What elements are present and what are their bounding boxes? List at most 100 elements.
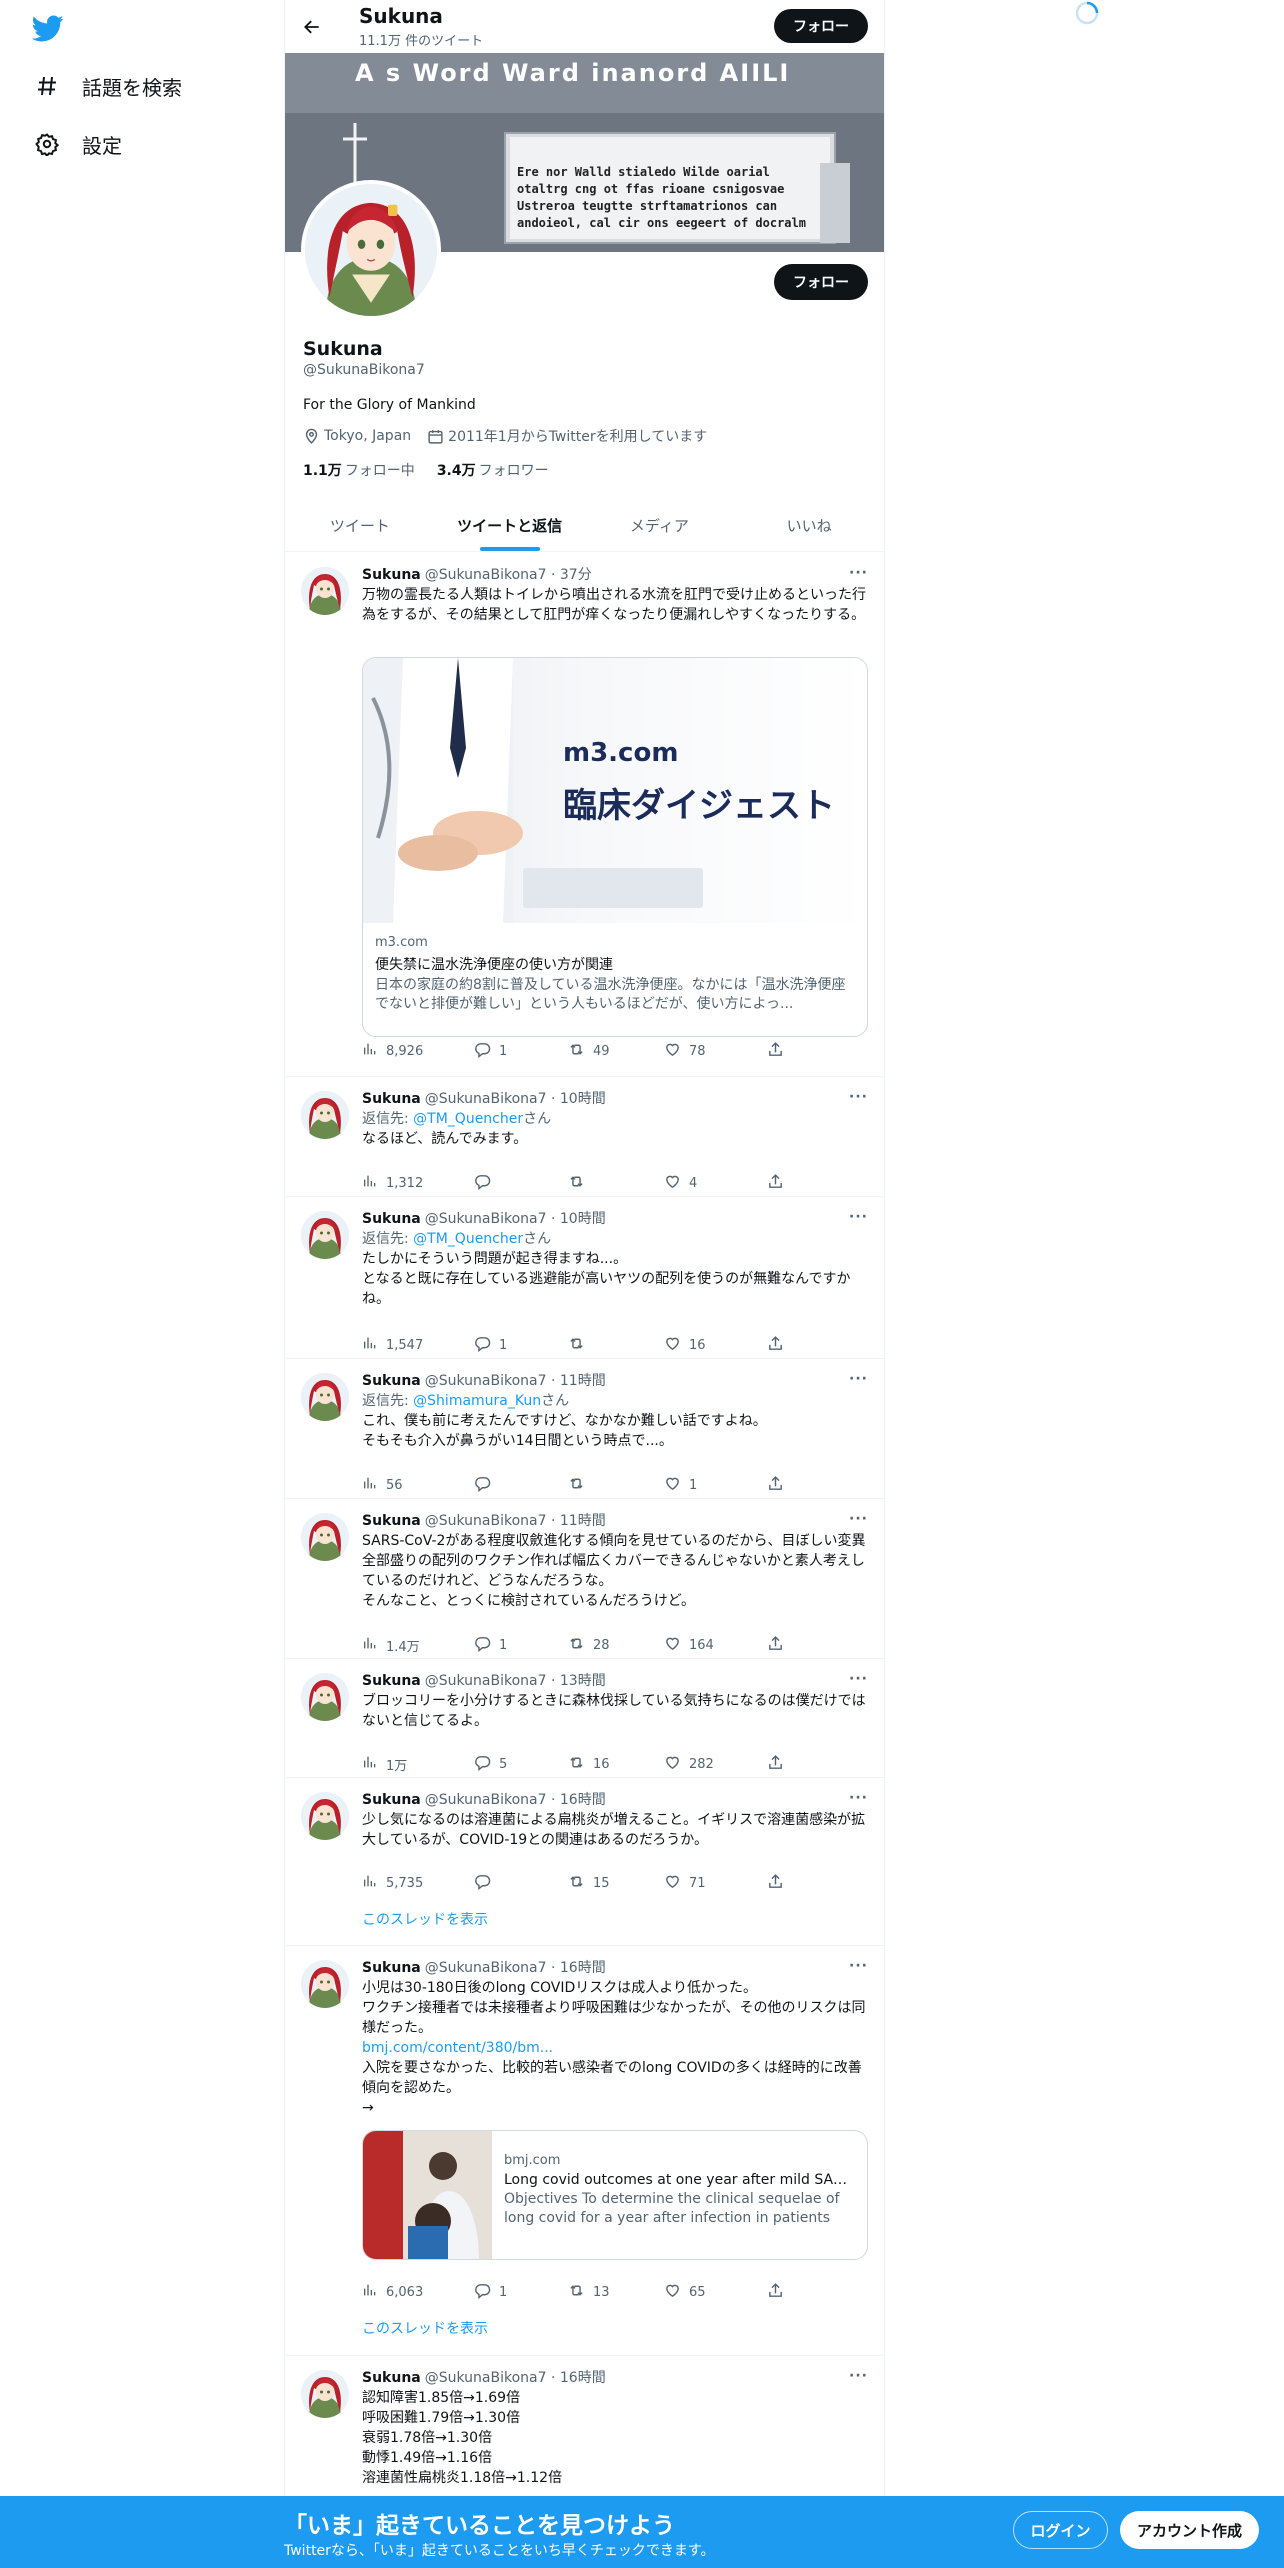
tweet[interactable]: ··· Sukuna @SukunaBikona7 · 10時間 返信先: @TM_Q… bbox=[285, 1197, 884, 1359]
retweet-button[interactable] bbox=[568, 1475, 593, 1496]
show-thread-link[interactable]: このスレッドを表示 bbox=[362, 1909, 488, 1929]
login-button[interactable]: ログイン bbox=[1013, 2511, 1108, 2549]
tweet-author-handle[interactable]: @SukunaBikona7 bbox=[425, 1960, 547, 1976]
tweet-author-handle[interactable]: @SukunaBikona7 bbox=[425, 1792, 547, 1808]
tweet-time[interactable]: · 16時間 bbox=[551, 1960, 606, 1976]
tweet-author-handle[interactable]: @SukunaBikona7 bbox=[425, 1673, 547, 1689]
share-button[interactable] bbox=[767, 1173, 792, 1194]
tweet-author-name[interactable]: Sukuna bbox=[362, 1673, 421, 1689]
tweet-avatar[interactable] bbox=[301, 1211, 349, 1259]
tweet-author-name[interactable]: Sukuna bbox=[362, 1960, 421, 1976]
tweet-author-handle[interactable]: @SukunaBikona7 bbox=[425, 1513, 547, 1529]
tweet[interactable]: ··· Sukuna @SukunaBikona7 · 10時間 返信先: @TM_Q… bbox=[285, 1077, 884, 1197]
retweet-button[interactable] bbox=[568, 1335, 593, 1356]
tab-likes[interactable]: いいね bbox=[734, 499, 884, 551]
tweet[interactable]: ··· Sukuna @SukunaBikona7 · 16時間 少し気になるのは溶連… bbox=[285, 1778, 884, 1946]
tweet-author-handle[interactable]: @SukunaBikona7 bbox=[425, 567, 547, 583]
reply-button[interactable]: 1 bbox=[474, 1335, 507, 1356]
reply-button[interactable]: 5 bbox=[474, 1754, 507, 1775]
tweet-author-name[interactable]: Sukuna bbox=[362, 1513, 421, 1529]
link-card[interactable]: m3.com 臨床ダイジェスト m3.com 便失禁に温水洗浄便座の使い方が関連… bbox=[362, 657, 868, 1037]
share-button[interactable] bbox=[767, 1635, 792, 1656]
like-button[interactable]: 16 bbox=[664, 1335, 706, 1356]
share-button[interactable] bbox=[767, 1335, 792, 1356]
tweet-author-name[interactable]: Sukuna bbox=[362, 1091, 421, 1107]
reply-to-mention[interactable]: @TM_Quencher bbox=[413, 1111, 523, 1127]
reply-button[interactable] bbox=[474, 1173, 499, 1194]
tweet-link[interactable]: bmj.com/content/380/bm... bbox=[362, 2040, 553, 2056]
twitter-logo-icon[interactable] bbox=[31, 12, 70, 44]
retweet-button[interactable] bbox=[568, 1173, 593, 1194]
tweet-time[interactable]: · 13時間 bbox=[551, 1673, 606, 1689]
retweet-button[interactable]: 16 bbox=[568, 1754, 610, 1775]
like-button[interactable]: 65 bbox=[664, 2282, 706, 2303]
reply-button[interactable] bbox=[474, 1475, 499, 1496]
views-button[interactable]: 56 bbox=[362, 1475, 403, 1495]
tweet-author-name[interactable]: Sukuna bbox=[362, 1373, 421, 1389]
tab-media[interactable]: メディア bbox=[585, 499, 735, 551]
like-button[interactable]: 4 bbox=[664, 1173, 697, 1194]
retweet-button[interactable]: 15 bbox=[568, 1873, 610, 1894]
tweet[interactable]: ··· Sukuna @SukunaBikona7 · 13時間 ブロッコリーを小分け… bbox=[285, 1659, 884, 1778]
following-link[interactable]: 1.1万 フォロー中 bbox=[303, 460, 415, 480]
tweet-avatar[interactable] bbox=[301, 1673, 349, 1721]
followers-link[interactable]: 3.4万 フォロワー bbox=[437, 460, 549, 480]
views-button[interactable]: 1.4万 bbox=[362, 1635, 420, 1655]
share-button[interactable] bbox=[767, 1475, 792, 1496]
share-button[interactable] bbox=[767, 1873, 792, 1894]
tweet-time[interactable]: · 16時間 bbox=[551, 2370, 606, 2386]
like-button[interactable]: 164 bbox=[664, 1635, 714, 1656]
tweet[interactable]: ··· Sukuna @SukunaBikona7 · 11時間 SARS-CoV-2… bbox=[285, 1499, 884, 1659]
views-button[interactable]: 1,312 bbox=[362, 1173, 423, 1193]
reply-button[interactable]: 1 bbox=[474, 1041, 507, 1062]
tweet[interactable]: ··· Sukuna @SukunaBikona7 · 37分 万物の霊長たる人類はト… bbox=[285, 553, 884, 1077]
tweet-author-name[interactable]: Sukuna bbox=[362, 1792, 421, 1808]
tweet[interactable]: ··· Sukuna @SukunaBikona7 · 11時間 返信先: @Shim… bbox=[285, 1359, 884, 1499]
like-button[interactable]: 282 bbox=[664, 1754, 714, 1775]
tweet-time[interactable]: · 11時間 bbox=[551, 1513, 606, 1529]
views-button[interactable]: 8,926 bbox=[362, 1041, 423, 1061]
nav-explore[interactable]: 話題を検索 bbox=[30, 62, 182, 110]
tweet-author-name[interactable]: Sukuna bbox=[362, 567, 421, 583]
tweet-author-handle[interactable]: @SukunaBikona7 bbox=[425, 1091, 547, 1107]
tweet-author-handle[interactable]: @SukunaBikona7 bbox=[425, 1211, 547, 1227]
tweet-time[interactable]: · 37分 bbox=[551, 567, 592, 583]
like-button[interactable]: 78 bbox=[664, 1041, 706, 1062]
profile-follow-button[interactable]: フォロー bbox=[774, 264, 868, 300]
reply-button[interactable] bbox=[474, 1873, 499, 1894]
reply-to-mention[interactable]: @TM_Quencher bbox=[413, 1231, 523, 1247]
tweet-avatar[interactable] bbox=[301, 2370, 349, 2418]
tweet[interactable]: ··· Sukuna @SukunaBikona7 · 16時間 小児は30-180日… bbox=[285, 1946, 884, 2356]
retweet-button[interactable]: 28 bbox=[568, 1635, 610, 1656]
tweet-avatar[interactable] bbox=[301, 1513, 349, 1561]
share-button[interactable] bbox=[767, 1041, 792, 1062]
profile-avatar[interactable] bbox=[301, 180, 441, 320]
header-follow-button[interactable]: フォロー bbox=[774, 9, 868, 43]
views-button[interactable]: 5,735 bbox=[362, 1873, 423, 1893]
tab-tweets-and-replies[interactable]: ツイートと返信 bbox=[435, 499, 585, 551]
tweet-avatar[interactable] bbox=[301, 1373, 349, 1421]
show-thread-link[interactable]: このスレッドを表示 bbox=[362, 2318, 488, 2338]
tweet-avatar[interactable] bbox=[301, 1091, 349, 1139]
tweet-avatar[interactable] bbox=[301, 1792, 349, 1840]
retweet-button[interactable]: 49 bbox=[568, 1041, 610, 1062]
back-arrow-icon[interactable] bbox=[295, 10, 329, 44]
tweet-author-name[interactable]: Sukuna bbox=[362, 2370, 421, 2386]
tweet-time[interactable]: · 10時間 bbox=[551, 1211, 606, 1227]
reply-button[interactable]: 1 bbox=[474, 2282, 507, 2303]
reply-to-mention[interactable]: @Shimamura_Kun bbox=[413, 1393, 541, 1409]
tab-tweets[interactable]: ツイート bbox=[285, 499, 435, 551]
tweet-time[interactable]: · 11時間 bbox=[551, 1373, 606, 1389]
signup-button[interactable]: アカウント作成 bbox=[1120, 2511, 1259, 2549]
tweet-avatar[interactable] bbox=[301, 567, 349, 615]
like-button[interactable]: 1 bbox=[664, 1475, 697, 1496]
like-button[interactable]: 71 bbox=[664, 1873, 706, 1894]
link-card[interactable]: bmj.com Long covid outcomes at one year … bbox=[362, 2130, 868, 2260]
share-button[interactable] bbox=[767, 1754, 792, 1775]
tweet-author-handle[interactable]: @SukunaBikona7 bbox=[425, 1373, 547, 1389]
views-button[interactable]: 1,547 bbox=[362, 1335, 423, 1355]
retweet-button[interactable]: 13 bbox=[568, 2282, 610, 2303]
views-button[interactable]: 6,063 bbox=[362, 2282, 423, 2302]
nav-settings[interactable]: 設定 bbox=[30, 120, 122, 168]
tweet-time[interactable]: · 16時間 bbox=[551, 1792, 606, 1808]
